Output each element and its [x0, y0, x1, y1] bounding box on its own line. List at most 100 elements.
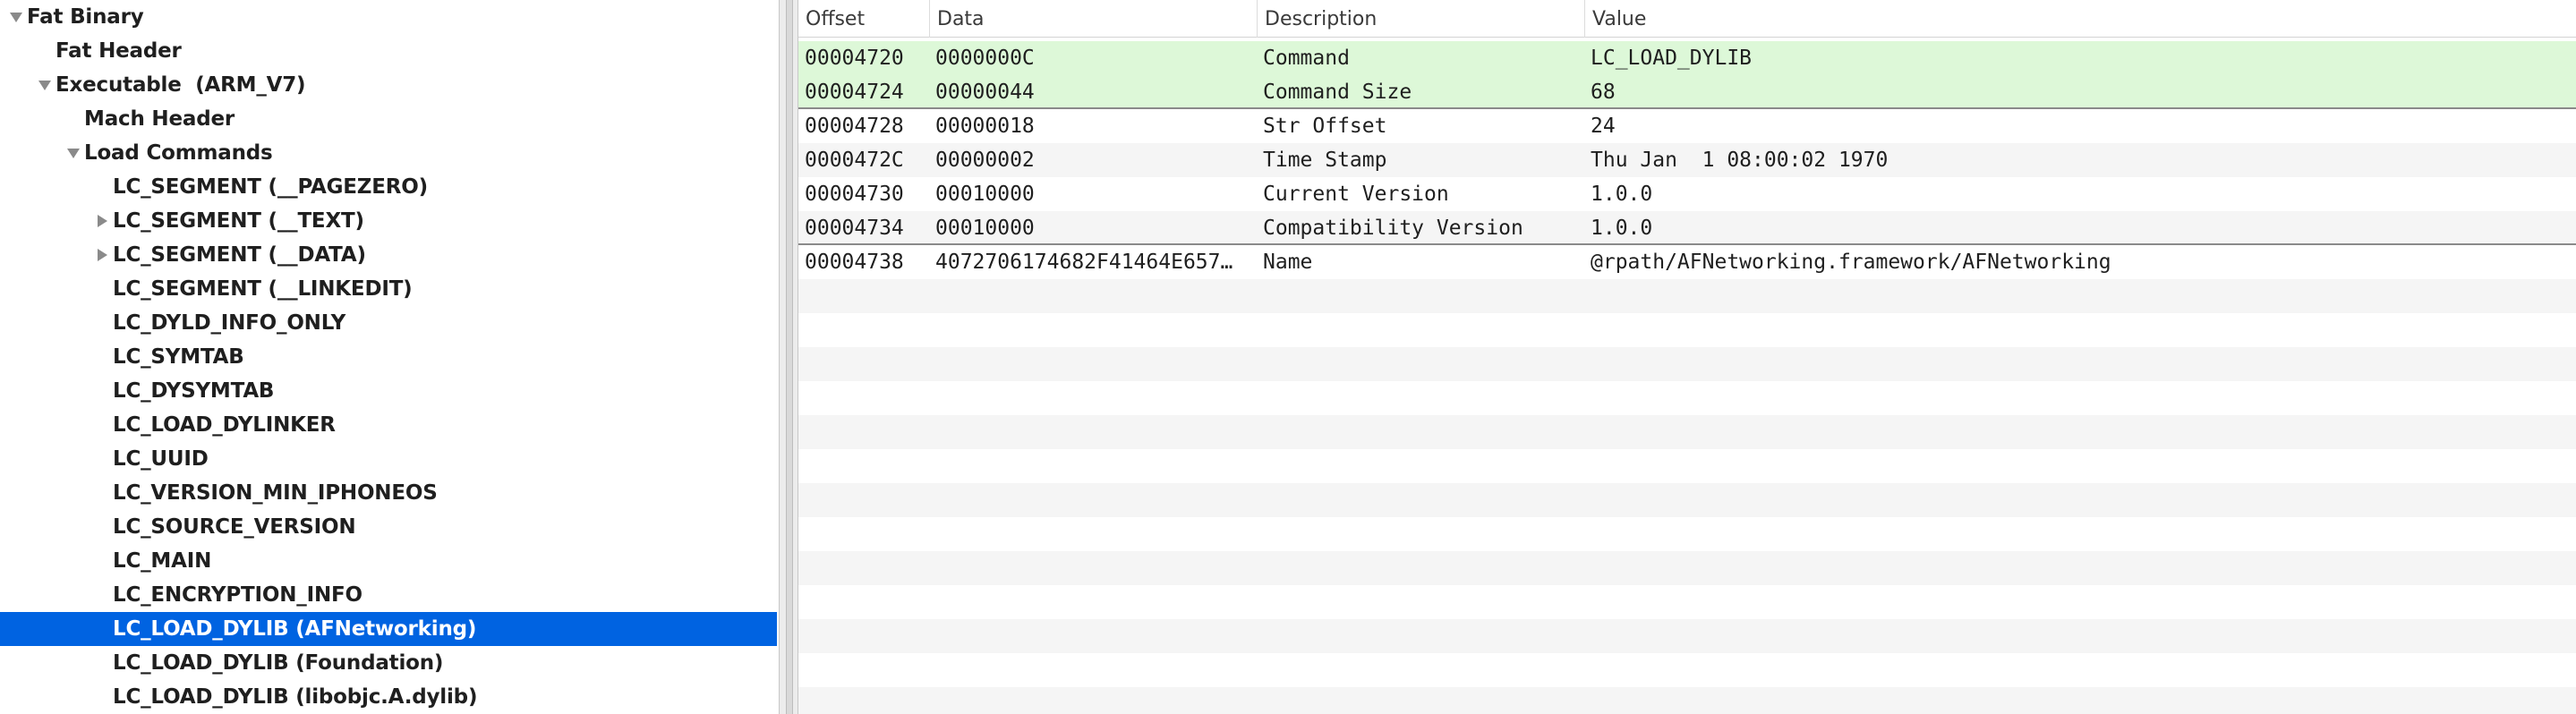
- table-row[interactable]: 00004730 00010000 Current Version 1.0.0: [798, 177, 2576, 211]
- pane-splitter[interactable]: [779, 0, 798, 714]
- cell-value: @rpath/AFNetworking.framework/AFNetworki…: [1591, 251, 2111, 274]
- table-row[interactable]: 00004720 0000000C Command LC_LOAD_DYLIB: [798, 41, 2576, 75]
- tree-item[interactable]: LC_LOAD_DYLIB (libobjc.A.dylib): [0, 680, 777, 714]
- table-row-empty[interactable]: [798, 313, 2576, 347]
- tree-item[interactable]: Load Commands: [0, 136, 777, 170]
- tree-item[interactable]: LC_MAIN: [0, 544, 777, 578]
- tree-item[interactable]: LC_VERSION_MIN_IPHONEOS: [0, 476, 777, 510]
- cell-description: Command: [1263, 47, 1350, 70]
- cell-value: Thu Jan 1 08:00:02 1970: [1591, 149, 1889, 172]
- tree-item-label: LC_ENCRYPTION_INFO: [113, 583, 363, 607]
- table-row-empty[interactable]: [798, 619, 2576, 653]
- cell-value: 24: [1591, 115, 1616, 138]
- disclosure-triangle-down-icon[interactable]: [7, 6, 25, 28]
- cell-description: Current Version: [1263, 183, 1449, 206]
- table-row[interactable]: 00004738 4072706174682F41464E657… Name @rpa…: [798, 245, 2576, 279]
- cell-data: 00010000: [935, 217, 1035, 240]
- disclosure-triangle-right-icon[interactable]: [93, 210, 111, 232]
- table-header: Offset Data Description Value: [798, 0, 2576, 38]
- tree-item[interactable]: LC_SEGMENT (__DATA): [0, 238, 777, 272]
- cell-data: 00000002: [935, 149, 1035, 172]
- column-header-data[interactable]: Data: [929, 0, 1257, 38]
- cell-offset: 00004730: [805, 183, 904, 206]
- tree-item[interactable]: Executable (ARM_V7): [0, 68, 777, 102]
- tree-item[interactable]: LC_ENCRYPTION_INFO: [0, 578, 777, 612]
- tree-item-label: LC_MAIN: [113, 549, 212, 573]
- cell-data: 00010000: [935, 183, 1035, 206]
- table-row-empty[interactable]: [798, 347, 2576, 381]
- tree-item[interactable]: LC_LOAD_DYLINKER: [0, 408, 777, 442]
- table-row[interactable]: 00004724 00000044 Command Size 68: [798, 75, 2576, 109]
- table-row-empty[interactable]: [798, 415, 2576, 449]
- splitter-grip[interactable]: [786, 0, 793, 714]
- tree-item[interactable]: LC_UUID: [0, 442, 777, 476]
- tree-item-label: LC_LOAD_DYLINKER: [113, 413, 336, 437]
- column-header-description[interactable]: Description: [1257, 0, 1584, 38]
- disclosure-triangle-down-icon[interactable]: [36, 74, 54, 96]
- tree-item[interactable]: LC_DYLD_INFO_ONLY: [0, 306, 777, 340]
- outline-tree: Fat Binary Fat Header Executable (ARM_V7) M…: [0, 0, 779, 714]
- tree-item[interactable]: LC_SEGMENT (__PAGEZERO): [0, 170, 777, 204]
- column-header-offset[interactable]: Offset: [798, 0, 929, 38]
- table-row-empty[interactable]: [798, 483, 2576, 517]
- table-row[interactable]: 00004728 00000018 Str Offset 24: [798, 109, 2576, 143]
- table-row-empty[interactable]: [798, 381, 2576, 415]
- column-header-value[interactable]: Value: [1584, 0, 2576, 38]
- table-row-empty[interactable]: [798, 279, 2576, 313]
- cell-value: LC_LOAD_DYLIB: [1591, 47, 1753, 70]
- tree-item-label: LC_LOAD_DYLIB (Foundation): [113, 651, 444, 675]
- table-row-empty[interactable]: [798, 687, 2576, 714]
- tree-item[interactable]: LC_DYSYMTAB: [0, 374, 777, 408]
- tree-item[interactable]: Fat Binary: [0, 0, 777, 34]
- cell-offset: 0000472C: [805, 149, 904, 172]
- cell-value: 68: [1591, 81, 1616, 104]
- cell-offset: 00004724: [805, 81, 904, 104]
- cell-value: 1.0.0: [1591, 217, 1653, 240]
- tree-item[interactable]: Mach Header: [0, 102, 777, 136]
- tree-item-label: Fat Header: [55, 39, 182, 63]
- table-row[interactable]: 00004734 00010000 Compatibility Version 1.0…: [798, 211, 2576, 245]
- tree-item-label: LC_SYMTAB: [113, 345, 244, 369]
- disclosure-triangle-down-icon[interactable]: [64, 142, 82, 164]
- details-table: Offset Data Description Value 00004720 00…: [798, 0, 2576, 714]
- tree-item-label: LC_SEGMENT (__LINKEDIT): [113, 277, 413, 301]
- tree-item-label: LC_LOAD_DYLIB (AFNetworking): [113, 617, 477, 641]
- tree-item-selected[interactable]: LC_LOAD_DYLIB (AFNetworking): [0, 612, 777, 646]
- tree-item[interactable]: LC_SEGMENT (__LINKEDIT): [0, 272, 777, 306]
- disclosure-triangle-right-icon[interactable]: [93, 244, 111, 266]
- cell-offset: 00004734: [805, 217, 904, 240]
- tree-item[interactable]: Fat Header: [0, 34, 777, 68]
- table-row-empty[interactable]: [798, 449, 2576, 483]
- tree-item[interactable]: LC_SEGMENT (__TEXT): [0, 204, 777, 238]
- table-row-empty[interactable]: [798, 517, 2576, 551]
- cell-description: Compatibility Version: [1263, 217, 1523, 240]
- cell-offset: 00004720: [805, 47, 904, 70]
- tree-item-label: LC_SEGMENT (__DATA): [113, 243, 366, 267]
- table-row-empty[interactable]: [798, 585, 2576, 619]
- cell-description: Str Offset: [1263, 115, 1387, 138]
- tree-item[interactable]: LC_SOURCE_VERSION: [0, 510, 777, 544]
- tree-item[interactable]: LC_SYMTAB: [0, 340, 777, 374]
- table-row[interactable]: 0000472C 00000002 Time Stamp Thu Jan 1 08:0…: [798, 143, 2576, 177]
- table-row-empty[interactable]: [798, 551, 2576, 585]
- cell-offset: 00004728: [805, 115, 904, 138]
- cell-description: Time Stamp: [1263, 149, 1387, 172]
- tree-item-label: LC_UUID: [113, 447, 209, 471]
- tree-item[interactable]: LC_LOAD_DYLIB (Foundation): [0, 646, 777, 680]
- tree-item-label: Executable (ARM_V7): [55, 73, 306, 97]
- tree-item-label: LC_SEGMENT (__TEXT): [113, 209, 364, 233]
- table-row-empty[interactable]: [798, 653, 2576, 687]
